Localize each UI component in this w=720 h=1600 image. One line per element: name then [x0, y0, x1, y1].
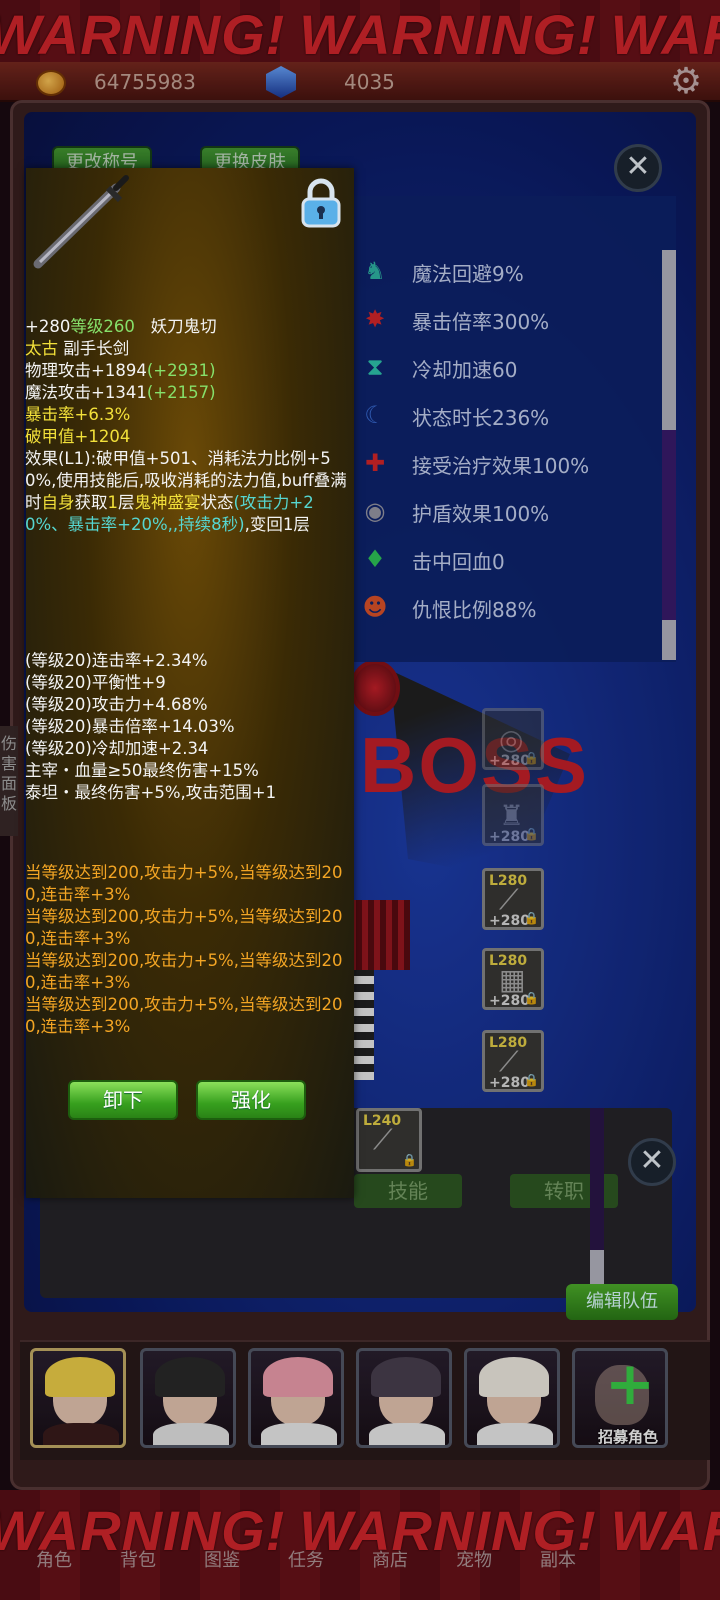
item-type-line: 太古 副手长剑 [25, 338, 351, 360]
item-plus: +280 [25, 317, 71, 336]
item-set-line: 当等级达到200,攻击力+5%,当等级达到200,连击率+3% [25, 863, 343, 904]
unequip-button[interactable]: 卸下 [68, 1080, 178, 1120]
item-rarity: 太古 [25, 339, 58, 358]
item-armor-pen: 破甲值+1204 [25, 427, 131, 446]
item-type: 副手长剑 [63, 339, 130, 358]
item-name: 妖刀鬼切 [150, 317, 217, 336]
item-effect-text: 效果(L1):破甲值+501、消耗法力比例+50%,使用技能后,吸收消耗的法力值… [25, 449, 347, 534]
item-crit-rate: 暴击率+6.3% [25, 405, 131, 424]
item-set-line: 当等级达到200,攻击力+5%,当等级达到200,连击率+3% [25, 907, 343, 948]
item-bonus-line: 泰坦・最终伤害+5%,攻击范围+1 [25, 783, 277, 802]
item-level: 等级260 [70, 317, 135, 336]
sword-icon [33, 175, 129, 269]
item-phys-attack-line: 物理攻击+1894(+2931) [25, 360, 351, 382]
item-set-line: 当等级达到200,攻击力+5%,当等级达到200,连击率+3% [25, 951, 343, 992]
item-magic-attack-bonus: (+2157) [146, 383, 216, 402]
item-bonus-line: (等级20)攻击力+4.68% [25, 695, 208, 714]
item-set-line: 当等级达到200,攻击力+5%,当等级达到200,连击率+3% [25, 995, 343, 1036]
item-magic-attack: 魔法攻击+1341 [25, 383, 147, 402]
item-bonus-line: (等级20)冷却加速+2.34 [25, 739, 209, 758]
item-magic-attack-line: 魔法攻击+1341(+2157) [25, 382, 351, 404]
item-phys-attack: 物理攻击+1894 [25, 361, 147, 380]
item-bonus-line: (等级20)暴击倍率+14.03% [25, 717, 235, 736]
item-bonus-line: (等级20)连击率+2.34% [25, 651, 208, 670]
enhance-button[interactable]: 强化 [196, 1080, 306, 1120]
item-bonus-line: 主宰・血量≥50最终伤害+15% [25, 761, 259, 780]
item-title-line: +280等级260 妖刀鬼切 [25, 316, 351, 338]
item-phys-attack-bonus: (+2931) [146, 361, 216, 380]
item-bonus-line: (等级20)平衡性+9 [25, 673, 166, 692]
lock-icon[interactable] [300, 178, 342, 228]
